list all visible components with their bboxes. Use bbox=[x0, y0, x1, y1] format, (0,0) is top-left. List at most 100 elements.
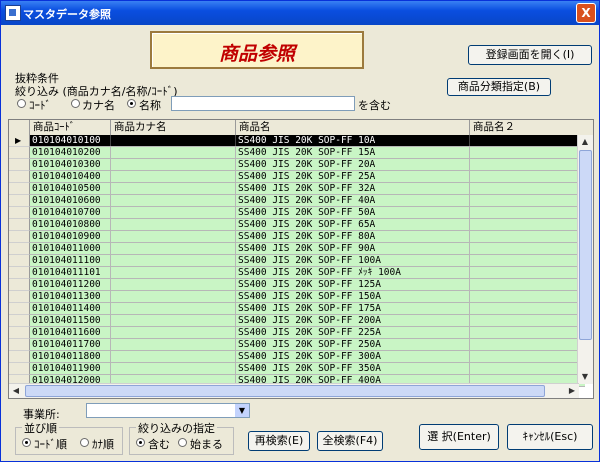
cell-kana[interactable] bbox=[111, 159, 236, 170]
category-button[interactable]: 商品分類指定(B) bbox=[447, 78, 551, 96]
office-select[interactable]: ▼ bbox=[86, 403, 250, 418]
row-header[interactable] bbox=[9, 315, 30, 327]
horizontal-scroll-thumb[interactable] bbox=[25, 385, 545, 397]
cell-kana[interactable] bbox=[111, 243, 236, 254]
table-row[interactable]: 010104011800 SS400 JIS 20K SOP-FF 300A bbox=[30, 351, 585, 363]
product-grid[interactable]: 商品ｺｰﾄﾞ 商品カナ名 商品名 商品名２ ▶ 010104010100 SS400… bbox=[8, 119, 594, 399]
cell-code[interactable]: 010104011800 bbox=[30, 351, 111, 362]
cell-name[interactable]: SS400 JIS 20K SOP-FF 40A bbox=[236, 195, 470, 206]
cell-name2[interactable] bbox=[470, 315, 585, 326]
cell-code[interactable]: 010104011100 bbox=[30, 255, 111, 266]
cell-kana[interactable] bbox=[111, 171, 236, 182]
cell-name2[interactable] bbox=[470, 159, 585, 170]
cell-kana[interactable] bbox=[111, 255, 236, 266]
row-header[interactable] bbox=[9, 351, 30, 363]
row-header[interactable] bbox=[9, 303, 30, 315]
cell-code[interactable]: 010104010200 bbox=[30, 147, 111, 158]
cell-name[interactable]: SS400 JIS 20K SOP-FF 20A bbox=[236, 159, 470, 170]
cell-name2[interactable] bbox=[470, 267, 585, 278]
table-row[interactable]: 010104011400 SS400 JIS 20K SOP-FF 175A bbox=[30, 303, 585, 315]
row-header[interactable] bbox=[9, 219, 30, 231]
cell-name2[interactable] bbox=[470, 195, 585, 206]
row-header[interactable]: ▶ bbox=[9, 135, 30, 147]
table-row[interactable]: 010104011600 SS400 JIS 20K SOP-FF 225A bbox=[30, 327, 585, 339]
cell-code[interactable]: 010104010400 bbox=[30, 171, 111, 182]
table-row[interactable]: 010104011500 SS400 JIS 20K SOP-FF 200A bbox=[30, 315, 585, 327]
table-row[interactable]: 010104010200 SS400 JIS 20K SOP-FF 15A bbox=[30, 147, 585, 159]
vertical-scroll-thumb[interactable] bbox=[579, 150, 592, 340]
search-all-button[interactable]: 全検索(F4) bbox=[317, 431, 383, 451]
row-header[interactable] bbox=[9, 159, 30, 171]
cell-name[interactable]: SS400 JIS 20K SOP-FF 90A bbox=[236, 243, 470, 254]
cell-name2[interactable] bbox=[470, 207, 585, 218]
cell-name2[interactable] bbox=[470, 171, 585, 182]
cell-kana[interactable] bbox=[111, 351, 236, 362]
cell-kana[interactable] bbox=[111, 207, 236, 218]
cell-code[interactable]: 010104011600 bbox=[30, 327, 111, 338]
cell-name2[interactable] bbox=[470, 351, 585, 362]
cell-kana[interactable] bbox=[111, 135, 236, 146]
cell-name[interactable]: SS400 JIS 20K SOP-FF ﾒｯｷ 100A bbox=[236, 267, 470, 278]
cell-code[interactable]: 010104011900 bbox=[30, 363, 111, 374]
cell-name2[interactable] bbox=[470, 339, 585, 350]
cell-kana[interactable] bbox=[111, 339, 236, 350]
cell-code[interactable]: 010104010500 bbox=[30, 183, 111, 194]
table-row[interactable]: 010104011200 SS400 JIS 20K SOP-FF 125A bbox=[30, 279, 585, 291]
cell-kana[interactable] bbox=[111, 327, 236, 338]
row-header[interactable] bbox=[9, 195, 30, 207]
table-row[interactable]: 010104010100 SS400 JIS 20K SOP-FF 10A bbox=[30, 135, 585, 147]
cell-kana[interactable] bbox=[111, 231, 236, 242]
scroll-left-icon[interactable]: ◀ bbox=[9, 384, 23, 398]
cell-kana[interactable] bbox=[111, 147, 236, 158]
row-header[interactable] bbox=[9, 207, 30, 219]
cell-code[interactable]: 010104011101 bbox=[30, 267, 111, 278]
search-input[interactable] bbox=[171, 96, 355, 111]
table-row[interactable]: 010104011900 SS400 JIS 20K SOP-FF 350A bbox=[30, 363, 585, 375]
cell-name[interactable]: SS400 JIS 20K SOP-FF 350A bbox=[236, 363, 470, 374]
table-row[interactable]: 010104010800 SS400 JIS 20K SOP-FF 65A bbox=[30, 219, 585, 231]
table-row[interactable]: 010104010400 SS400 JIS 20K SOP-FF 25A bbox=[30, 171, 585, 183]
table-row[interactable]: 010104010300 SS400 JIS 20K SOP-FF 20A bbox=[30, 159, 585, 171]
cell-name2[interactable] bbox=[470, 135, 585, 146]
cell-kana[interactable] bbox=[111, 195, 236, 206]
select-button[interactable]: 選 択(Enter) bbox=[419, 424, 499, 450]
radio-starts[interactable] bbox=[178, 438, 187, 447]
cell-code[interactable]: 010104011000 bbox=[30, 243, 111, 254]
row-header[interactable] bbox=[9, 255, 30, 267]
cell-kana[interactable] bbox=[111, 219, 236, 230]
cell-code[interactable]: 010104011200 bbox=[30, 279, 111, 290]
row-header[interactable] bbox=[9, 171, 30, 183]
row-header[interactable] bbox=[9, 183, 30, 195]
cell-name2[interactable] bbox=[470, 327, 585, 338]
cell-code[interactable]: 010104010300 bbox=[30, 159, 111, 170]
cell-kana[interactable] bbox=[111, 363, 236, 374]
table-row[interactable]: 010104011300 SS400 JIS 20K SOP-FF 150A bbox=[30, 291, 585, 303]
cell-name[interactable]: SS400 JIS 20K SOP-FF 32A bbox=[236, 183, 470, 194]
cell-name[interactable]: SS400 JIS 20K SOP-FF 50A bbox=[236, 207, 470, 218]
cell-name2[interactable] bbox=[470, 147, 585, 158]
radio-name[interactable] bbox=[127, 99, 136, 108]
scroll-up-icon[interactable]: ▲ bbox=[578, 135, 592, 149]
row-header[interactable] bbox=[9, 327, 30, 339]
chevron-down-icon[interactable]: ▼ bbox=[235, 404, 249, 417]
cell-kana[interactable] bbox=[111, 315, 236, 326]
cell-code[interactable]: 010104011500 bbox=[30, 315, 111, 326]
col-header-code[interactable]: 商品ｺｰﾄﾞ bbox=[30, 120, 111, 135]
table-row[interactable]: 010104011700 SS400 JIS 20K SOP-FF 250A bbox=[30, 339, 585, 351]
cell-code[interactable]: 010104010600 bbox=[30, 195, 111, 206]
cell-kana[interactable] bbox=[111, 303, 236, 314]
table-row[interactable]: 010104010500 SS400 JIS 20K SOP-FF 32A bbox=[30, 183, 585, 195]
cell-name2[interactable] bbox=[470, 291, 585, 302]
cell-name[interactable]: SS400 JIS 20K SOP-FF 225A bbox=[236, 327, 470, 338]
row-header[interactable] bbox=[9, 147, 30, 159]
cell-code[interactable]: 010104010900 bbox=[30, 231, 111, 242]
row-header[interactable] bbox=[9, 267, 30, 279]
cell-code[interactable]: 010104011400 bbox=[30, 303, 111, 314]
radio-contains[interactable] bbox=[136, 438, 145, 447]
row-header[interactable] bbox=[9, 291, 30, 303]
col-header-kana[interactable]: 商品カナ名 bbox=[111, 120, 236, 135]
cell-name2[interactable] bbox=[470, 183, 585, 194]
cell-name[interactable]: SS400 JIS 20K SOP-FF 80A bbox=[236, 231, 470, 242]
cell-name2[interactable] bbox=[470, 303, 585, 314]
scroll-right-icon[interactable]: ▶ bbox=[565, 384, 579, 398]
